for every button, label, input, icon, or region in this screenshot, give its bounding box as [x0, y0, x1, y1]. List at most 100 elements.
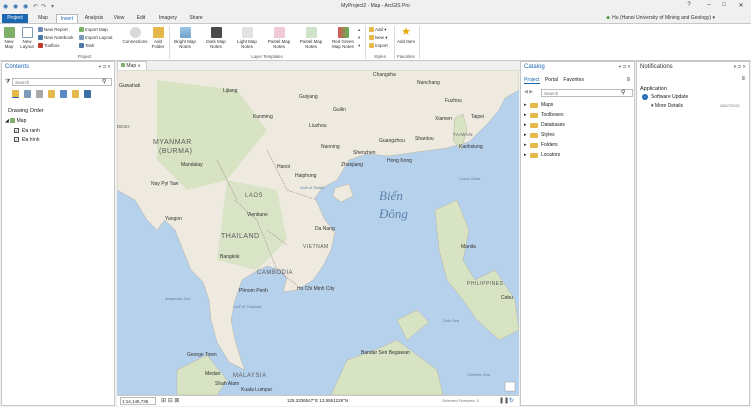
import-map-button[interactable]: Import Map — [79, 27, 108, 33]
list-by-labeling-icon[interactable] — [72, 90, 79, 98]
new-notebook-button[interactable]: New Notebook — [38, 35, 74, 41]
catalog-item-styles[interactable]: Styles — [541, 132, 555, 138]
back-forward-icon[interactable]: ◀ ▶ — [524, 89, 533, 95]
template-dark[interactable]: Dark Map Notes — [203, 27, 229, 49]
search-icon[interactable]: ⚲ — [621, 89, 625, 96]
new-style-icon — [369, 35, 374, 41]
menu-icon[interactable]: ≡ — [626, 77, 630, 83]
label-guiyang: Guiyang — [299, 94, 318, 100]
template-red-green[interactable]: Red Green Map Notes — [329, 27, 357, 49]
add-folder-button[interactable]: Add Folder — [150, 27, 166, 49]
tab-insert[interactable]: Insert — [56, 14, 78, 23]
contents-search-input[interactable]: Search — [12, 78, 112, 86]
list-by-perspective-icon[interactable] — [84, 90, 91, 98]
gallery-expand[interactable]: ▾ — [358, 43, 360, 49]
template-icon — [241, 27, 253, 38]
layer-visibility-checkbox[interactable]: ✓ — [14, 128, 19, 133]
catalog-tab-portal[interactable]: Portal — [545, 77, 558, 83]
pause-drawing-icon[interactable]: ❚❚ — [499, 397, 509, 404]
new-report-button[interactable]: New Report — [38, 27, 68, 33]
expand-icon[interactable]: ▸ — [524, 102, 527, 108]
toolbox-button[interactable]: Toolbox — [38, 43, 60, 49]
label-danang: Da Nang — [315, 226, 335, 232]
template-pastel-2[interactable]: Pastel Map Notes — [297, 27, 325, 49]
map-node[interactable]: ◢ Map — [5, 118, 26, 124]
catalog-search-input[interactable]: Search — [541, 89, 633, 97]
pane-controls[interactable]: ▾ ⊐ ✕ — [619, 64, 631, 70]
label-nanchang: Nanchang — [417, 80, 440, 86]
maps-folder-icon — [530, 103, 538, 108]
list-by-drawing-order-icon[interactable] — [12, 90, 19, 98]
layer-item[interactable]: Đa ranh — [22, 128, 40, 134]
add-item-button[interactable]: ★ Add Item — [397, 27, 415, 45]
gallery-scroll-up[interactable]: ▴ — [358, 27, 360, 33]
list-by-source-icon[interactable] — [24, 90, 31, 98]
pane-controls[interactable]: ▾ ⊐ ✕ — [99, 64, 111, 70]
close-icon[interactable]: ✕ — [138, 63, 141, 68]
expand-icon[interactable]: ▸ — [524, 122, 527, 128]
expand-icon[interactable]: ▸ — [524, 142, 527, 148]
expand-icon[interactable]: ▸ — [524, 152, 527, 158]
basemap[interactable]: Guwahati Lijiang Guiyang Changsha Nancha… — [117, 70, 519, 395]
scale-selector[interactable]: 1:14,145,736 — [120, 397, 156, 405]
list-by-snapping-icon[interactable] — [60, 90, 67, 98]
new-style-button[interactable]: New ▾ — [369, 35, 388, 41]
search-icon[interactable]: ⚲ — [102, 78, 106, 85]
chevron-down-icon[interactable]: ◢ — [5, 118, 9, 124]
catalog-item-databases[interactable]: Databases — [541, 122, 565, 128]
label-hanoi: Hanoi — [277, 164, 290, 170]
menu-icon[interactable]: ≡ — [741, 76, 745, 82]
user-account[interactable]: ☻ Hu (Hanoi University of Mining and Geo… — [606, 15, 716, 21]
more-details-toggle[interactable]: ▾ More Details — [651, 103, 683, 109]
navigation-tools-icon[interactable]: ⊞ ⊟ ⊠ — [161, 397, 179, 404]
add-style-button[interactable]: Add ▾ — [369, 27, 387, 33]
maximize-button[interactable]: □ — [718, 2, 730, 8]
tab-share[interactable]: Share — [186, 14, 206, 23]
tab-map-view[interactable]: Map ✕ — [117, 61, 147, 70]
label-shantou: Shantou — [415, 136, 434, 142]
layer-item[interactable]: Đa hình — [22, 137, 40, 143]
import-style-icon — [369, 43, 374, 49]
template-icon — [337, 27, 349, 38]
catalog-item-maps[interactable]: Maps — [541, 102, 553, 108]
drawing-order-heading: Drawing Order — [8, 108, 44, 114]
tab-analysis[interactable]: Analysis — [82, 14, 106, 23]
template-pastel-1[interactable]: Pastel Map Notes — [265, 27, 293, 49]
expand-icon[interactable]: ▸ — [524, 132, 527, 138]
new-map-button[interactable]: New Map — [2, 27, 16, 49]
template-light[interactable]: Light Map Notes — [234, 27, 260, 49]
new-layout-button[interactable]: New Layout — [18, 27, 36, 49]
help-button[interactable]: ? — [683, 2, 695, 8]
filter-icon[interactable]: ⧩ — [5, 79, 10, 86]
tab-map[interactable]: Map — [33, 14, 53, 23]
refresh-icon[interactable]: ↻ — [509, 397, 514, 404]
connections-button[interactable]: Connections — [121, 27, 149, 44]
gallery-scroll-down[interactable]: ▾ — [358, 35, 360, 41]
pane-controls[interactable]: ▾ ⊐ ✕ — [734, 64, 746, 70]
expand-icon[interactable]: ▸ — [524, 112, 527, 118]
map-view[interactable]: Guwahati Lijiang Guiyang Changsha Nancha… — [117, 70, 519, 395]
tab-edit[interactable]: Edit — [132, 14, 150, 23]
catalog-item-folders[interactable]: Folders — [541, 142, 558, 148]
catalog-tab-project[interactable]: Project — [524, 77, 540, 84]
overview-icon[interactable] — [504, 381, 516, 392]
close-button[interactable]: ✕ — [735, 2, 747, 9]
list-by-selection-icon[interactable] — [36, 90, 43, 98]
import-layout-button[interactable]: Import Layout — [79, 35, 113, 41]
catalog-item-toolboxes[interactable]: Toolboxes — [541, 112, 564, 118]
tab-view[interactable]: View — [110, 14, 128, 23]
catalog-pane: Catalog ▾ ⊐ ✕ Project Portal Favorites ≡… — [520, 61, 635, 406]
template-icon — [179, 27, 191, 38]
template-bright[interactable]: Bright Map Notes — [172, 27, 198, 49]
label-lijiang: Lijiang — [223, 88, 238, 94]
tab-imagery[interactable]: Imagery — [154, 14, 182, 23]
import-style-button[interactable]: Import — [369, 43, 388, 49]
folder-icon — [152, 27, 164, 38]
layer-visibility-checkbox[interactable]: ✓ — [14, 137, 19, 142]
tab-project[interactable]: Project — [2, 14, 28, 23]
list-by-editing-icon[interactable] — [48, 90, 55, 98]
catalog-item-locators[interactable]: Locators — [541, 152, 560, 158]
task-button[interactable]: Task — [79, 43, 94, 49]
minimize-button[interactable]: – — [703, 2, 715, 8]
catalog-tab-favorites[interactable]: Favorites — [563, 77, 584, 83]
